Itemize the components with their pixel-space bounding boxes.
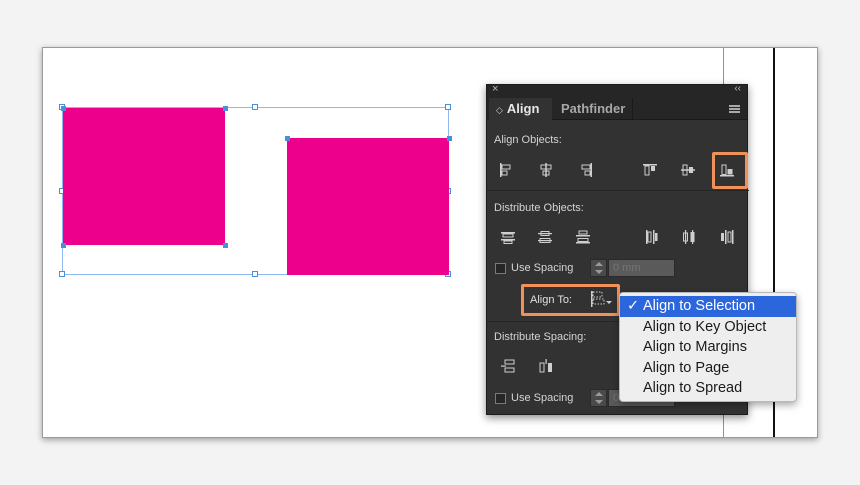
- use-spacing-checkbox[interactable]: [495, 263, 506, 274]
- menu-item-label: Align to Margins: [643, 339, 747, 355]
- spacing-input[interactable]: [608, 259, 675, 277]
- align-objects-label: Align Objects:: [494, 134, 562, 146]
- object-anchor: [61, 106, 66, 111]
- updown-arrows-icon: ◇: [496, 105, 503, 115]
- object-anchor: [285, 136, 290, 141]
- distribute-vertical-space-icon[interactable]: [497, 355, 519, 377]
- panel-title-bar: × ‹‹: [487, 83, 747, 98]
- distribute-left-edges-icon[interactable]: [640, 226, 662, 248]
- align-bottom-highlight: [712, 152, 748, 189]
- menu-item-label: Align to Key Object: [643, 318, 767, 335]
- checkmark-icon: ✓: [627, 298, 640, 314]
- align-right-edges-icon[interactable]: [575, 159, 597, 181]
- tab-label: Align: [506, 101, 540, 116]
- align-top-edges-icon[interactable]: [639, 159, 661, 181]
- magenta-rectangle-left[interactable]: [63, 108, 225, 245]
- menu-item-align-to-spread[interactable]: Align to Spread: [620, 378, 796, 399]
- close-icon[interactable]: ×: [492, 83, 498, 95]
- menu-item-label: Align to Spread: [643, 380, 743, 396]
- spacing-stepper[interactable]: [590, 259, 607, 277]
- selection-handle[interactable]: [252, 104, 258, 110]
- selection-handle[interactable]: [445, 104, 451, 110]
- distribute-horizontal-space-icon[interactable]: [535, 355, 557, 377]
- menu-item-align-to-selection[interactable]: ✓ Align to Selection: [620, 296, 796, 317]
- use-spacing-label-2: Use Spacing: [511, 392, 574, 404]
- distribute-horizontal-centers-icon[interactable]: [678, 226, 700, 248]
- tab-pathfinder[interactable]: Pathfinder: [554, 98, 634, 120]
- magenta-rectangle-right[interactable]: [287, 138, 449, 275]
- menu-item-align-to-margins[interactable]: Align to Margins: [620, 337, 796, 358]
- align-to-label: Align To:: [530, 294, 572, 306]
- object-anchor: [61, 243, 66, 248]
- section-divider: [487, 190, 749, 191]
- align-vertical-centers-icon[interactable]: [677, 159, 699, 181]
- panel-menu-icon[interactable]: [729, 105, 740, 113]
- align-left-edges-icon[interactable]: [495, 159, 517, 181]
- spacing-stepper-2[interactable]: [590, 389, 607, 407]
- use-spacing-label: Use Spacing: [511, 262, 574, 274]
- distribute-bottom-edges-icon[interactable]: [572, 226, 594, 248]
- align-horizontal-centers-icon[interactable]: [535, 159, 557, 181]
- use-spacing-checkbox-2[interactable]: [495, 393, 506, 404]
- object-anchor: [447, 136, 452, 141]
- selection-handle[interactable]: [252, 271, 258, 277]
- menu-item-label: Align to Page: [643, 359, 730, 376]
- panel-tab-bar: ◇ Align Pathfinder: [487, 98, 747, 120]
- tab-label: Pathfinder: [561, 101, 626, 116]
- distribute-top-edges-icon[interactable]: [497, 226, 519, 248]
- distribute-right-edges-icon[interactable]: [716, 226, 738, 248]
- selection-handle[interactable]: [59, 271, 65, 277]
- tab-align[interactable]: ◇ Align: [489, 98, 552, 120]
- object-anchor: [223, 106, 228, 111]
- distribute-spacing-label: Distribute Spacing:: [494, 331, 587, 343]
- menu-item-align-to-page[interactable]: Align to Page: [620, 358, 796, 379]
- collapse-icon[interactable]: ‹‹: [734, 83, 741, 94]
- align-to-selection-icon[interactable]: [588, 289, 614, 309]
- object-anchor: [223, 243, 228, 248]
- align-to-dropdown-menu: ✓ Align to Selection Align to Key Object…: [619, 292, 797, 402]
- menu-item-align-to-key-object[interactable]: Align to Key Object: [620, 317, 796, 338]
- menu-item-label: Align to Selection: [643, 298, 756, 314]
- distribute-objects-label: Distribute Objects:: [494, 202, 584, 214]
- distribute-vertical-centers-icon[interactable]: [534, 226, 556, 248]
